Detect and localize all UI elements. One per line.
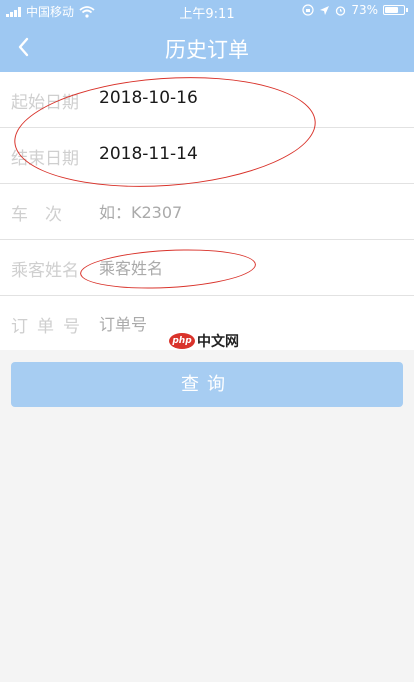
query-button[interactable]: 查询 — [11, 362, 403, 407]
alarm-icon — [336, 5, 346, 16]
php-logo-icon: php — [169, 333, 195, 349]
passenger-name-label: 乘客姓名 — [11, 261, 79, 281]
train-number-row: 车 次 — [0, 184, 414, 240]
train-number-input[interactable] — [99, 198, 389, 226]
lock-rotation-icon — [302, 4, 314, 16]
train-number-label: 车 次 — [11, 205, 62, 225]
watermark-text: 中文网 — [197, 334, 239, 350]
battery-percent: 73% — [351, 3, 378, 17]
status-right: 73% — [302, 3, 408, 17]
header: 中国移动 上午9:11 73% 历史订单 — [0, 0, 414, 72]
battery-fill — [385, 7, 399, 13]
watermark: php 中文网 — [169, 331, 239, 351]
end-date-label: 结束日期 — [11, 149, 79, 169]
search-form: 起始日期 2018-10-16 结束日期 2018-11-14 车 次 乘客姓名… — [0, 72, 414, 350]
end-date-row[interactable]: 结束日期 2018-11-14 — [0, 128, 414, 184]
order-number-input[interactable] — [99, 310, 389, 338]
location-icon — [320, 5, 330, 15]
nav-bar: 历史订单 — [0, 22, 414, 72]
start-date-label: 起始日期 — [11, 93, 79, 113]
passenger-name-row: 乘客姓名 — [0, 240, 414, 296]
status-bar: 中国移动 上午9:11 73% — [0, 0, 414, 22]
battery-icon — [383, 5, 408, 15]
page-title: 历史订单 — [165, 38, 249, 62]
start-date-value[interactable]: 2018-10-16 — [99, 88, 198, 108]
order-number-label: 订单号 — [11, 317, 89, 337]
start-date-row[interactable]: 起始日期 2018-10-16 — [0, 72, 414, 128]
end-date-value[interactable]: 2018-11-14 — [99, 144, 198, 164]
passenger-name-input[interactable] — [99, 254, 389, 282]
